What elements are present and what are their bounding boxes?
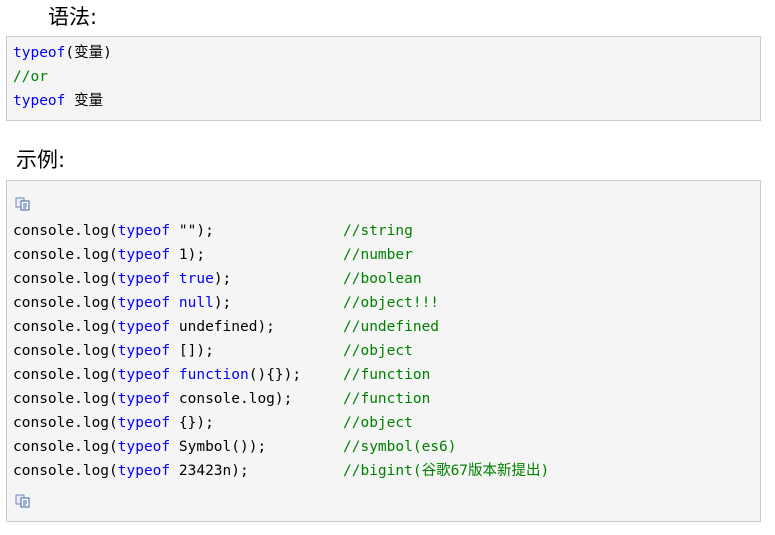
code-line: console.log(typeof 1); //number bbox=[13, 243, 413, 267]
code-keyword: typeof bbox=[117, 463, 171, 479]
code-keyword: null bbox=[178, 295, 214, 311]
code-comment: //function bbox=[343, 367, 431, 383]
code-line: console.log(typeof ""); //string bbox=[13, 219, 413, 243]
code-text: console.log( bbox=[13, 319, 118, 335]
syntax-code-block: typeof(变量)//or typeof 变量 bbox=[6, 36, 761, 121]
code-keyword: true bbox=[178, 271, 214, 287]
code-line: console.log(typeof null); //object!!! bbox=[13, 291, 439, 315]
code-line: //or bbox=[13, 65, 112, 89]
code-text: console.log( bbox=[13, 295, 118, 311]
code-keyword: typeof bbox=[117, 343, 171, 359]
code-keyword: typeof bbox=[13, 93, 66, 109]
code-comment: //object bbox=[343, 343, 413, 359]
code-keyword: typeof bbox=[117, 439, 171, 455]
code-line: console.log(typeof undefined); //undefine… bbox=[13, 315, 439, 339]
code-text: console.log( bbox=[13, 343, 118, 359]
code-text: console.log( bbox=[13, 223, 118, 239]
code-keyword: typeof bbox=[117, 319, 171, 335]
code-comment: //boolean bbox=[343, 271, 422, 287]
code-line: console.log(typeof []); //object bbox=[13, 339, 413, 363]
code-line: typeof(变量) bbox=[13, 41, 112, 65]
code-keyword: typeof bbox=[117, 391, 171, 407]
code-comment: //object!!! bbox=[343, 295, 440, 311]
code-text: ); bbox=[213, 271, 232, 287]
code-keyword: typeof bbox=[117, 415, 171, 431]
example-code: console.log(typeof "");//string console.l… bbox=[13, 219, 549, 483]
code-line: console.log(typeof Symbol()); //symbol(es… bbox=[13, 435, 457, 459]
code-keyword: typeof bbox=[13, 45, 66, 61]
code-keyword: typeof bbox=[117, 367, 171, 383]
code-line: console.log(typeof 23423n); //bigint(谷歌67… bbox=[13, 459, 549, 483]
syntax-code: typeof(变量)//or typeof 变量 bbox=[13, 41, 112, 113]
code-text: (变量) bbox=[65, 45, 112, 61]
code-text: 1); bbox=[170, 247, 206, 263]
code-text: console.log( bbox=[13, 415, 118, 431]
code-line: console.log(typeof console.log); //functi… bbox=[13, 387, 430, 411]
code-line: typeof 变量 bbox=[13, 89, 112, 113]
code-keyword: typeof bbox=[117, 295, 171, 311]
code-text: Symbol()); bbox=[170, 439, 267, 455]
code-comment: //number bbox=[343, 247, 413, 263]
copy-code-icon[interactable] bbox=[15, 196, 31, 211]
syntax-heading: 语法: bbox=[48, 5, 98, 29]
code-comment: //or bbox=[13, 69, 48, 85]
code-text: console.log( bbox=[13, 247, 118, 263]
code-text: []); bbox=[170, 343, 214, 359]
code-text: 23423n); bbox=[170, 463, 249, 479]
code-comment: //symbol(es6) bbox=[343, 439, 457, 455]
code-text: ""); bbox=[170, 223, 214, 239]
code-text: console.log( bbox=[13, 463, 118, 479]
example-code-block: console.log(typeof "");//string console.l… bbox=[6, 180, 761, 522]
code-text: 变量 bbox=[65, 93, 104, 109]
code-keyword: typeof bbox=[117, 271, 171, 287]
code-text: undefined); bbox=[170, 319, 275, 335]
code-comment: //undefined bbox=[343, 319, 440, 335]
code-text: console.log( bbox=[13, 367, 118, 383]
code-line: console.log(typeof function(){}); //funct… bbox=[13, 363, 430, 387]
code-text: (){}); bbox=[248, 367, 302, 383]
code-comment: //object bbox=[343, 415, 413, 431]
code-text: console.log); bbox=[170, 391, 293, 407]
code-text: console.log( bbox=[13, 439, 118, 455]
code-keyword: function bbox=[178, 367, 249, 383]
code-text: {}); bbox=[170, 415, 214, 431]
code-text: console.log( bbox=[13, 271, 118, 287]
example-heading: 示例: bbox=[16, 148, 66, 172]
code-keyword: typeof bbox=[117, 223, 171, 239]
code-comment: //bigint(谷歌67版本新提出) bbox=[343, 463, 550, 479]
copy-code-icon[interactable] bbox=[15, 493, 31, 508]
code-text: ); bbox=[213, 295, 232, 311]
code-line: console.log(typeof {}); //object bbox=[13, 411, 413, 435]
code-comment: //function bbox=[343, 391, 431, 407]
code-comment: //string bbox=[343, 223, 413, 239]
code-text: console.log( bbox=[13, 391, 118, 407]
code-line: console.log(typeof true); //boolean bbox=[13, 267, 422, 291]
code-keyword: typeof bbox=[117, 247, 171, 263]
